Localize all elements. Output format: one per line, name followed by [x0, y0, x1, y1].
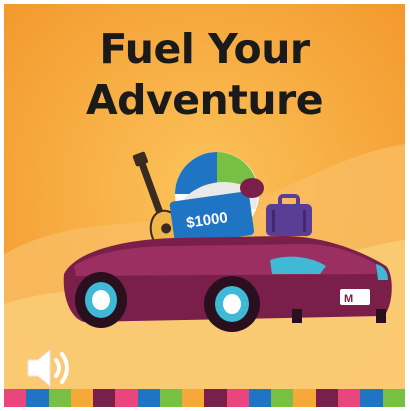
headline-line-2: Adventure	[85, 76, 324, 124]
bag-icon	[240, 178, 264, 198]
stripe-segment	[182, 389, 205, 407]
brand-logo-icon: M	[344, 293, 353, 305]
stripe-segment	[93, 389, 116, 407]
stripe-segment	[293, 389, 316, 407]
stripe-segment	[159, 389, 183, 407]
speaker-icon[interactable]	[22, 342, 82, 392]
stripe-segment	[248, 389, 272, 407]
headline-line-1: Fuel Your	[99, 25, 310, 73]
color-stripe	[4, 389, 405, 407]
stripe-segment	[115, 389, 138, 407]
stripe-segment	[48, 389, 71, 407]
stripe-segment	[26, 389, 49, 407]
stripe-segment	[4, 389, 27, 407]
ad-banner: $1000 M Fuel Your Adventure	[4, 4, 405, 407]
stripe-segment	[315, 389, 338, 407]
stripe-segment	[226, 389, 249, 407]
stripe-segment	[137, 389, 160, 407]
stripe-segment	[360, 389, 383, 407]
stripe-segment	[382, 389, 405, 407]
stripe-segment	[337, 389, 361, 407]
stripe-segment	[204, 389, 227, 407]
stripe-segment	[271, 389, 294, 407]
stripe-segment	[70, 389, 94, 407]
headline: Fuel Your Adventure	[4, 24, 405, 126]
